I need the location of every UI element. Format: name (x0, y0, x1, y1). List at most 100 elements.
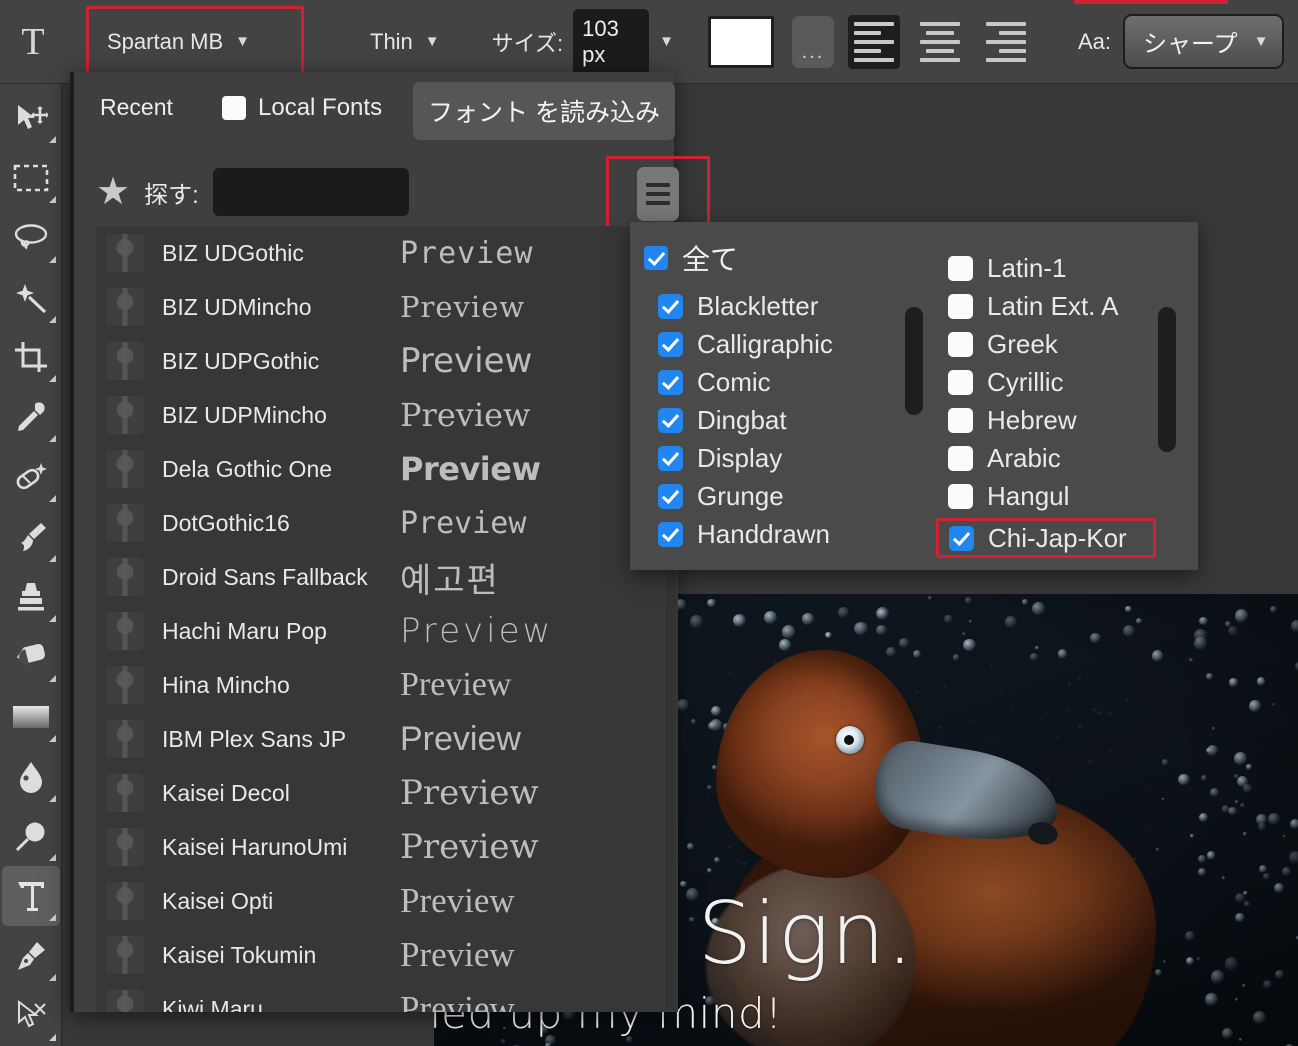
font-list-item[interactable]: BIZ UDMincho Preview (96, 280, 678, 334)
font-list-item[interactable]: BIZ UDPMincho Preview (96, 388, 678, 442)
gradient-tool[interactable] (2, 687, 60, 747)
checkbox[interactable] (948, 255, 973, 281)
font-thumbnail-icon (106, 504, 144, 542)
filter-item-arabic[interactable]: Arabic (948, 442, 1156, 474)
font-list-item[interactable]: Kaisei Opti Preview (96, 874, 678, 928)
load-font-button[interactable]: フォント を読み込み (413, 82, 675, 140)
align-left-button[interactable] (847, 14, 900, 69)
checkbox[interactable] (658, 369, 683, 395)
font-preview: Preview (400, 773, 539, 813)
font-list-item[interactable]: DotGothic16 Preview (96, 496, 678, 550)
font-list-item[interactable]: Kaisei HarunoUmi Preview (96, 820, 678, 874)
align-center-button[interactable] (914, 15, 966, 69)
local-fonts-label: Local Fonts (258, 94, 383, 121)
filter-item-calligraphic[interactable]: Calligraphic (658, 328, 833, 360)
recent-tab[interactable]: Recent (100, 94, 173, 121)
filter-item-blackletter[interactable]: Blackletter (658, 290, 833, 322)
local-fonts-toggle[interactable]: Local Fonts (222, 94, 382, 122)
filter-item-comic[interactable]: Comic (658, 366, 833, 398)
text-color-swatch[interactable] (707, 15, 774, 68)
filter-left-scrollbar[interactable] (905, 307, 923, 415)
font-list-item[interactable]: Kiwi Maru Preview (96, 982, 678, 1012)
eyedropper-tool[interactable] (2, 387, 60, 447)
font-list-item[interactable]: BIZ UDPGothic Preview (96, 334, 678, 388)
font-search-label: 探す: (144, 181, 199, 209)
tool-expand-corner-icon (48, 614, 56, 622)
font-list-item[interactable]: Hina Mincho Preview (96, 658, 678, 712)
checkbox[interactable] (948, 293, 973, 319)
lasso-select-tool[interactable] (2, 208, 60, 268)
more-options-button[interactable]: ... (791, 15, 834, 68)
checkbox[interactable] (658, 407, 683, 433)
font-list-item[interactable]: IBM Plex Sans JP Preview (96, 712, 678, 766)
font-name: Kiwi Maru (162, 995, 263, 1013)
filter-item-hebrew[interactable]: Hebrew (948, 404, 1156, 436)
font-search-input[interactable] (212, 168, 409, 216)
align-right-button[interactable] (980, 15, 1032, 69)
rain-droplet (1045, 712, 1049, 716)
checkbox[interactable] (948, 445, 973, 471)
checkbox[interactable] (658, 293, 683, 319)
checkbox[interactable] (658, 445, 683, 471)
filter-all-row[interactable]: 全て (644, 238, 738, 278)
filter-item-grunge[interactable]: Grunge (658, 480, 833, 512)
filter-menu-button[interactable] (637, 167, 679, 221)
filter-all-checkbox[interactable] (644, 246, 668, 270)
filter-item-handdrawn[interactable]: Handdrawn (658, 518, 833, 550)
heal-tool[interactable] (2, 447, 60, 507)
filter-item-hangul[interactable]: Hangul (948, 480, 1156, 512)
rectangle-select-tool[interactable] (2, 148, 60, 208)
font-preview: Preview (400, 235, 534, 271)
magic-wand-tool[interactable] (2, 268, 60, 328)
checkbox[interactable] (658, 483, 683, 509)
filter-item-greek[interactable]: Greek (948, 328, 1156, 360)
text-tool[interactable] (1, 866, 60, 927)
checkbox[interactable] (658, 521, 683, 547)
filter-item-chi-jap-kor[interactable]: Chi-Jap-Kor (936, 518, 1156, 558)
filter-item-dingbat[interactable]: Dingbat (658, 404, 833, 436)
local-fonts-checkbox[interactable] (222, 96, 246, 120)
checkbox[interactable] (948, 407, 973, 433)
font-list-item[interactable]: Kaisei Tokumin Preview (96, 928, 678, 982)
checkbox[interactable] (658, 331, 683, 357)
rain-droplet (1272, 702, 1276, 706)
font-name: BIZ UDGothic (162, 239, 304, 266)
pen-tool[interactable] (2, 926, 60, 986)
filter-item-cyrillic[interactable]: Cyrillic (948, 366, 1156, 398)
font-list[interactable]: BIZ UDGothic Preview BIZ UDMincho Previe… (96, 226, 678, 1012)
filter-item-latin-ext-a[interactable]: Latin Ext. A (948, 290, 1156, 322)
blur-tool[interactable] (2, 747, 60, 807)
checkbox[interactable] (948, 331, 973, 357)
dodge-tool[interactable] (2, 807, 60, 867)
font-size-input[interactable]: 103 px (573, 8, 650, 75)
crop-tool[interactable] (2, 328, 60, 388)
move-tool[interactable] (2, 88, 60, 148)
font-family-selector[interactable]: Spartan MB ▼ (86, 5, 304, 78)
font-list-item[interactable]: Dela Gothic One Preview (96, 442, 678, 496)
filter-right-scrollbar[interactable] (1158, 307, 1176, 452)
font-filter-dropdown: 全て Blackletter Calligraphic Comic Dingba… (630, 222, 1198, 570)
checkbox[interactable] (948, 369, 973, 395)
font-list-item[interactable]: BIZ UDGothic Preview (96, 226, 678, 280)
font-list-item[interactable]: Kaisei Decol Preview (96, 766, 678, 820)
font-style-selector[interactable]: Thin ▼ (370, 29, 440, 55)
star-favorite-icon[interactable]: ★ (96, 173, 130, 211)
filter-item-latin-1[interactable]: Latin-1 (948, 252, 1156, 284)
rain-droplet (1238, 1038, 1242, 1042)
font-thumbnail-icon (106, 450, 144, 488)
font-list-item[interactable]: Hachi Maru Pop Preview (96, 604, 678, 658)
paintbrush-tool[interactable] (2, 507, 60, 567)
antialias-select[interactable]: シャープ ▼ (1123, 14, 1285, 69)
filter-item-display[interactable]: Display (658, 442, 833, 474)
checkbox[interactable] (948, 483, 973, 509)
eraser-tool[interactable] (2, 627, 60, 687)
rain-droplet (876, 624, 887, 636)
font-list-item[interactable]: Droid Sans Fallback 예고편 (96, 550, 678, 604)
rain-droplet (968, 619, 973, 624)
path-select-tool[interactable] (2, 986, 60, 1046)
clone-stamp-tool[interactable] (2, 567, 60, 627)
rain-droplet (1234, 774, 1239, 779)
filter-label: Hebrew (987, 404, 1077, 435)
chevron-down-icon[interactable]: ▼ (659, 34, 674, 49)
checkbox[interactable] (949, 525, 974, 551)
